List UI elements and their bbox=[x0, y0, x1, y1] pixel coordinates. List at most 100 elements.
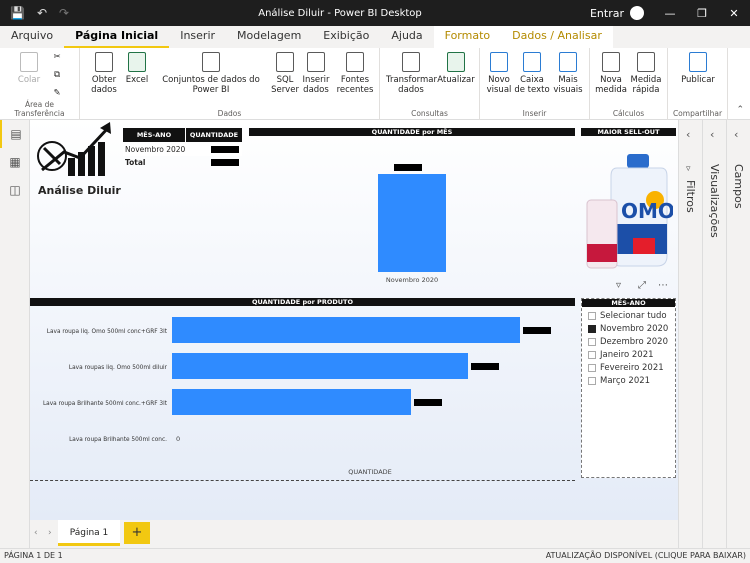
view-switcher: ▤ ▦ ◫ bbox=[0, 120, 30, 548]
tab-pagina-inicial[interactable]: Página Inicial bbox=[64, 26, 170, 48]
checkbox[interactable] bbox=[588, 338, 596, 346]
update-available-link[interactable]: ATUALIZAÇÃO DISPONÍVEL (CLIQUE PARA BAIX… bbox=[546, 551, 746, 560]
new-measure-label: Nova medida bbox=[595, 75, 627, 95]
fields-label[interactable]: Campos bbox=[732, 164, 745, 209]
publish-icon bbox=[689, 52, 707, 72]
collapse-ribbon-icon[interactable]: ⌃ bbox=[736, 105, 744, 115]
checkbox[interactable] bbox=[588, 364, 596, 372]
avatar[interactable] bbox=[630, 6, 644, 20]
copy-icon[interactable]: ⧉ bbox=[50, 70, 64, 80]
data-group: Obter dados Excel Conjuntos de dados do … bbox=[80, 48, 380, 120]
tab-modelagem[interactable]: Modelagem bbox=[226, 26, 312, 48]
tab-exibicao[interactable]: Exibição bbox=[312, 26, 380, 48]
tab-arquivo[interactable]: Arquivo bbox=[0, 26, 64, 48]
new-visual-button[interactable]: Novo visual bbox=[484, 52, 514, 95]
close-icon[interactable]: ✕ bbox=[718, 7, 750, 20]
transform-data-button[interactable]: Transformar dados bbox=[386, 52, 437, 95]
table-header-qty[interactable]: QUANTIDADE bbox=[186, 128, 242, 142]
slicer-item-jan-2021[interactable]: Janeiro 2021 bbox=[588, 350, 654, 360]
recent-icon bbox=[346, 52, 364, 72]
calc-group: Nova medida Medida rápida Cálculos bbox=[590, 48, 668, 120]
data-view-icon[interactable]: ▦ bbox=[0, 148, 30, 176]
textbox-button[interactable]: Caixa de texto bbox=[514, 52, 550, 95]
get-data-button[interactable]: Obter dados bbox=[86, 52, 122, 95]
new-visual-label: Novo visual bbox=[486, 75, 512, 95]
quick-measure-label: Medida rápida bbox=[630, 75, 662, 95]
tab-ajuda[interactable]: Ajuda bbox=[380, 26, 433, 48]
report-view-icon[interactable]: ▤ bbox=[0, 120, 30, 148]
paste-button[interactable]: Colar bbox=[14, 52, 44, 85]
chevron-left-icon[interactable]: ‹ bbox=[734, 128, 738, 141]
month-slicer[interactable]: MÊS-ANO Selecionar tudo Novembro 2020 De… bbox=[581, 298, 676, 478]
checkbox[interactable] bbox=[588, 312, 596, 320]
table-header-month[interactable]: MÊS-ANO bbox=[123, 128, 185, 142]
cut-icon[interactable]: ✂ bbox=[50, 52, 64, 62]
bar-data-label-redacted bbox=[471, 363, 499, 370]
fields-pane[interactable]: ‹ Campos bbox=[726, 120, 750, 548]
dataset-icon bbox=[202, 52, 220, 72]
visualizations-pane[interactable]: ‹ Visualizações bbox=[702, 120, 726, 548]
product-image: OMO bbox=[586, 154, 673, 269]
page-tab[interactable]: Página 1 bbox=[58, 520, 120, 546]
slicer-item-select-all[interactable]: Selecionar tudo bbox=[588, 311, 667, 321]
report-title: Análise Diluir bbox=[38, 184, 121, 197]
more-visuals-icon bbox=[559, 52, 577, 72]
next-page-icon[interactable]: › bbox=[48, 528, 52, 538]
chevron-left-icon[interactable]: ‹ bbox=[710, 128, 714, 141]
window-title: Análise Diluir - Power BI Desktop bbox=[258, 7, 422, 19]
filter-icon[interactable]: ▿ bbox=[616, 280, 621, 291]
quick-measure-icon bbox=[637, 52, 655, 72]
add-page-button[interactable]: + bbox=[124, 522, 150, 544]
enter-data-button[interactable]: Inserir dados bbox=[300, 52, 332, 95]
recent-sources-button[interactable]: Fontes recentes bbox=[334, 52, 376, 95]
data-group-label: Dados bbox=[217, 109, 242, 118]
quick-measure-button[interactable]: Medida rápida bbox=[628, 52, 664, 95]
bar-category-label: Lava roupa Brilhante 500ml conc.+GRF 3lt bbox=[43, 401, 168, 407]
slicer-item-feb-2021[interactable]: Fevereiro 2021 bbox=[588, 363, 664, 373]
checkbox[interactable] bbox=[588, 351, 596, 359]
visualizations-label[interactable]: Visualizações bbox=[708, 164, 721, 238]
sql-label: SQL Server bbox=[271, 75, 299, 95]
slicer-item-nov-2020[interactable]: Novembro 2020 bbox=[588, 324, 668, 334]
filters-label[interactable]: Filtros bbox=[684, 180, 697, 213]
focus-mode-icon[interactable]: ⤢ bbox=[638, 280, 646, 291]
tab-formato[interactable]: Formato bbox=[433, 26, 502, 48]
page-tabs-bar: ‹ › Página 1 + bbox=[30, 520, 678, 548]
column-chart[interactable]: Novembro 2020 bbox=[249, 138, 575, 288]
excel-button[interactable]: Excel bbox=[124, 52, 150, 85]
slicer-item-dec-2020[interactable]: Dezembro 2020 bbox=[588, 337, 668, 347]
new-measure-button[interactable]: Nova medida bbox=[594, 52, 628, 95]
prev-page-icon[interactable]: ‹ bbox=[34, 528, 38, 538]
product-bar bbox=[172, 317, 520, 343]
more-visuals-label: Mais visuais bbox=[553, 75, 583, 95]
share-group-label: Compartilhar bbox=[672, 109, 723, 118]
slicer-item-label: Janeiro 2021 bbox=[600, 350, 654, 360]
excel-label: Excel bbox=[125, 75, 149, 85]
slicer-item-mar-2021[interactable]: Março 2021 bbox=[588, 376, 650, 386]
bar-chart[interactable]: Lava roupa liq. Omo 500ml conc+GRF 3lt La… bbox=[30, 308, 578, 488]
tab-dados-analisar[interactable]: Dados / Analisar bbox=[501, 26, 613, 48]
column-bar bbox=[378, 174, 446, 272]
chevron-left-icon[interactable]: ‹ bbox=[686, 128, 690, 141]
checkbox-checked[interactable] bbox=[588, 325, 596, 333]
product-brand-label: OMO bbox=[621, 199, 673, 223]
tab-inserir[interactable]: Inserir bbox=[169, 26, 226, 48]
more-options-icon[interactable]: ⋯ bbox=[658, 280, 668, 291]
clipboard-group-label: Área de Transferência bbox=[14, 100, 65, 118]
more-visuals-button[interactable]: Mais visuais bbox=[550, 52, 586, 95]
database-icon bbox=[95, 52, 113, 72]
publish-button[interactable]: Publicar bbox=[678, 52, 718, 85]
signin-button[interactable]: Entrar bbox=[590, 7, 630, 20]
checkbox[interactable] bbox=[588, 377, 596, 385]
model-view-icon[interactable]: ◫ bbox=[0, 176, 30, 204]
restore-icon[interactable]: ❐ bbox=[686, 7, 718, 20]
trend-chart-icon bbox=[37, 122, 111, 176]
minimize-icon[interactable]: — bbox=[654, 7, 686, 20]
filters-pane[interactable]: ‹ ▿ Filtros bbox=[678, 120, 702, 548]
refresh-button[interactable]: Atualizar bbox=[436, 52, 476, 85]
datasets-button[interactable]: Conjuntos de dados do Power BI bbox=[152, 52, 270, 95]
format-painter-icon[interactable]: ✎ bbox=[50, 88, 64, 98]
slicer-item-label: Dezembro 2020 bbox=[600, 337, 668, 347]
sql-server-button[interactable]: SQL Server bbox=[270, 52, 300, 95]
ribbon: Colar ✂ ⧉ ✎ Área de Transferência Obter … bbox=[0, 48, 750, 120]
